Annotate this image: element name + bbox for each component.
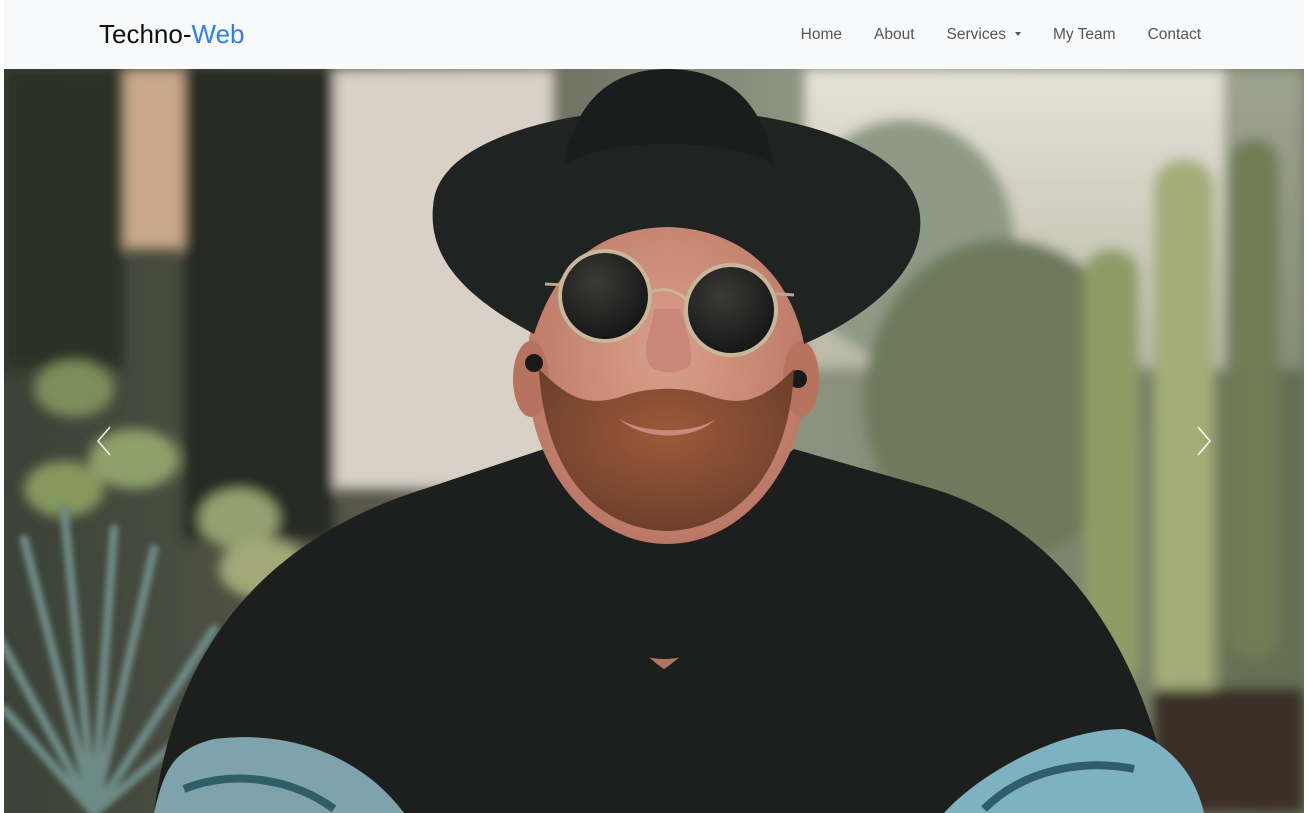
nav-item-about[interactable]: About: [858, 26, 931, 44]
brand-name-part1: Techno-: [99, 19, 192, 49]
nav-item-label: Contact: [1147, 25, 1201, 43]
brand-name-part2: Web: [191, 19, 245, 49]
nav-item-label: Services: [946, 25, 1006, 43]
nav-item-contact[interactable]: Contact: [1132, 26, 1201, 44]
navbar: Techno-Web Home About Services My Team C…: [4, 0, 1304, 69]
nav-item-home[interactable]: Home: [785, 26, 858, 44]
chevron-right-icon: [1197, 426, 1212, 456]
page: Techno-Web Home About Services My Team C…: [0, 0, 1308, 813]
carousel-prev-button[interactable]: [4, 69, 204, 813]
chevron-left-icon: [96, 426, 111, 456]
nav-menu: Home About Services My Team Contact: [785, 0, 1201, 69]
hero-carousel: [4, 69, 1304, 813]
nav-item-label: My Team: [1052, 25, 1116, 43]
nav-item-services-dropdown[interactable]: Services: [931, 26, 1037, 44]
caret-down-icon: [1014, 31, 1021, 36]
carousel-next-button[interactable]: [1104, 69, 1304, 813]
nav-item-label: Home: [800, 25, 843, 43]
brand-logo[interactable]: Techno-Web: [99, 18, 245, 50]
nav-item-label: About: [874, 25, 915, 43]
nav-item-my-team[interactable]: My Team: [1037, 26, 1132, 44]
